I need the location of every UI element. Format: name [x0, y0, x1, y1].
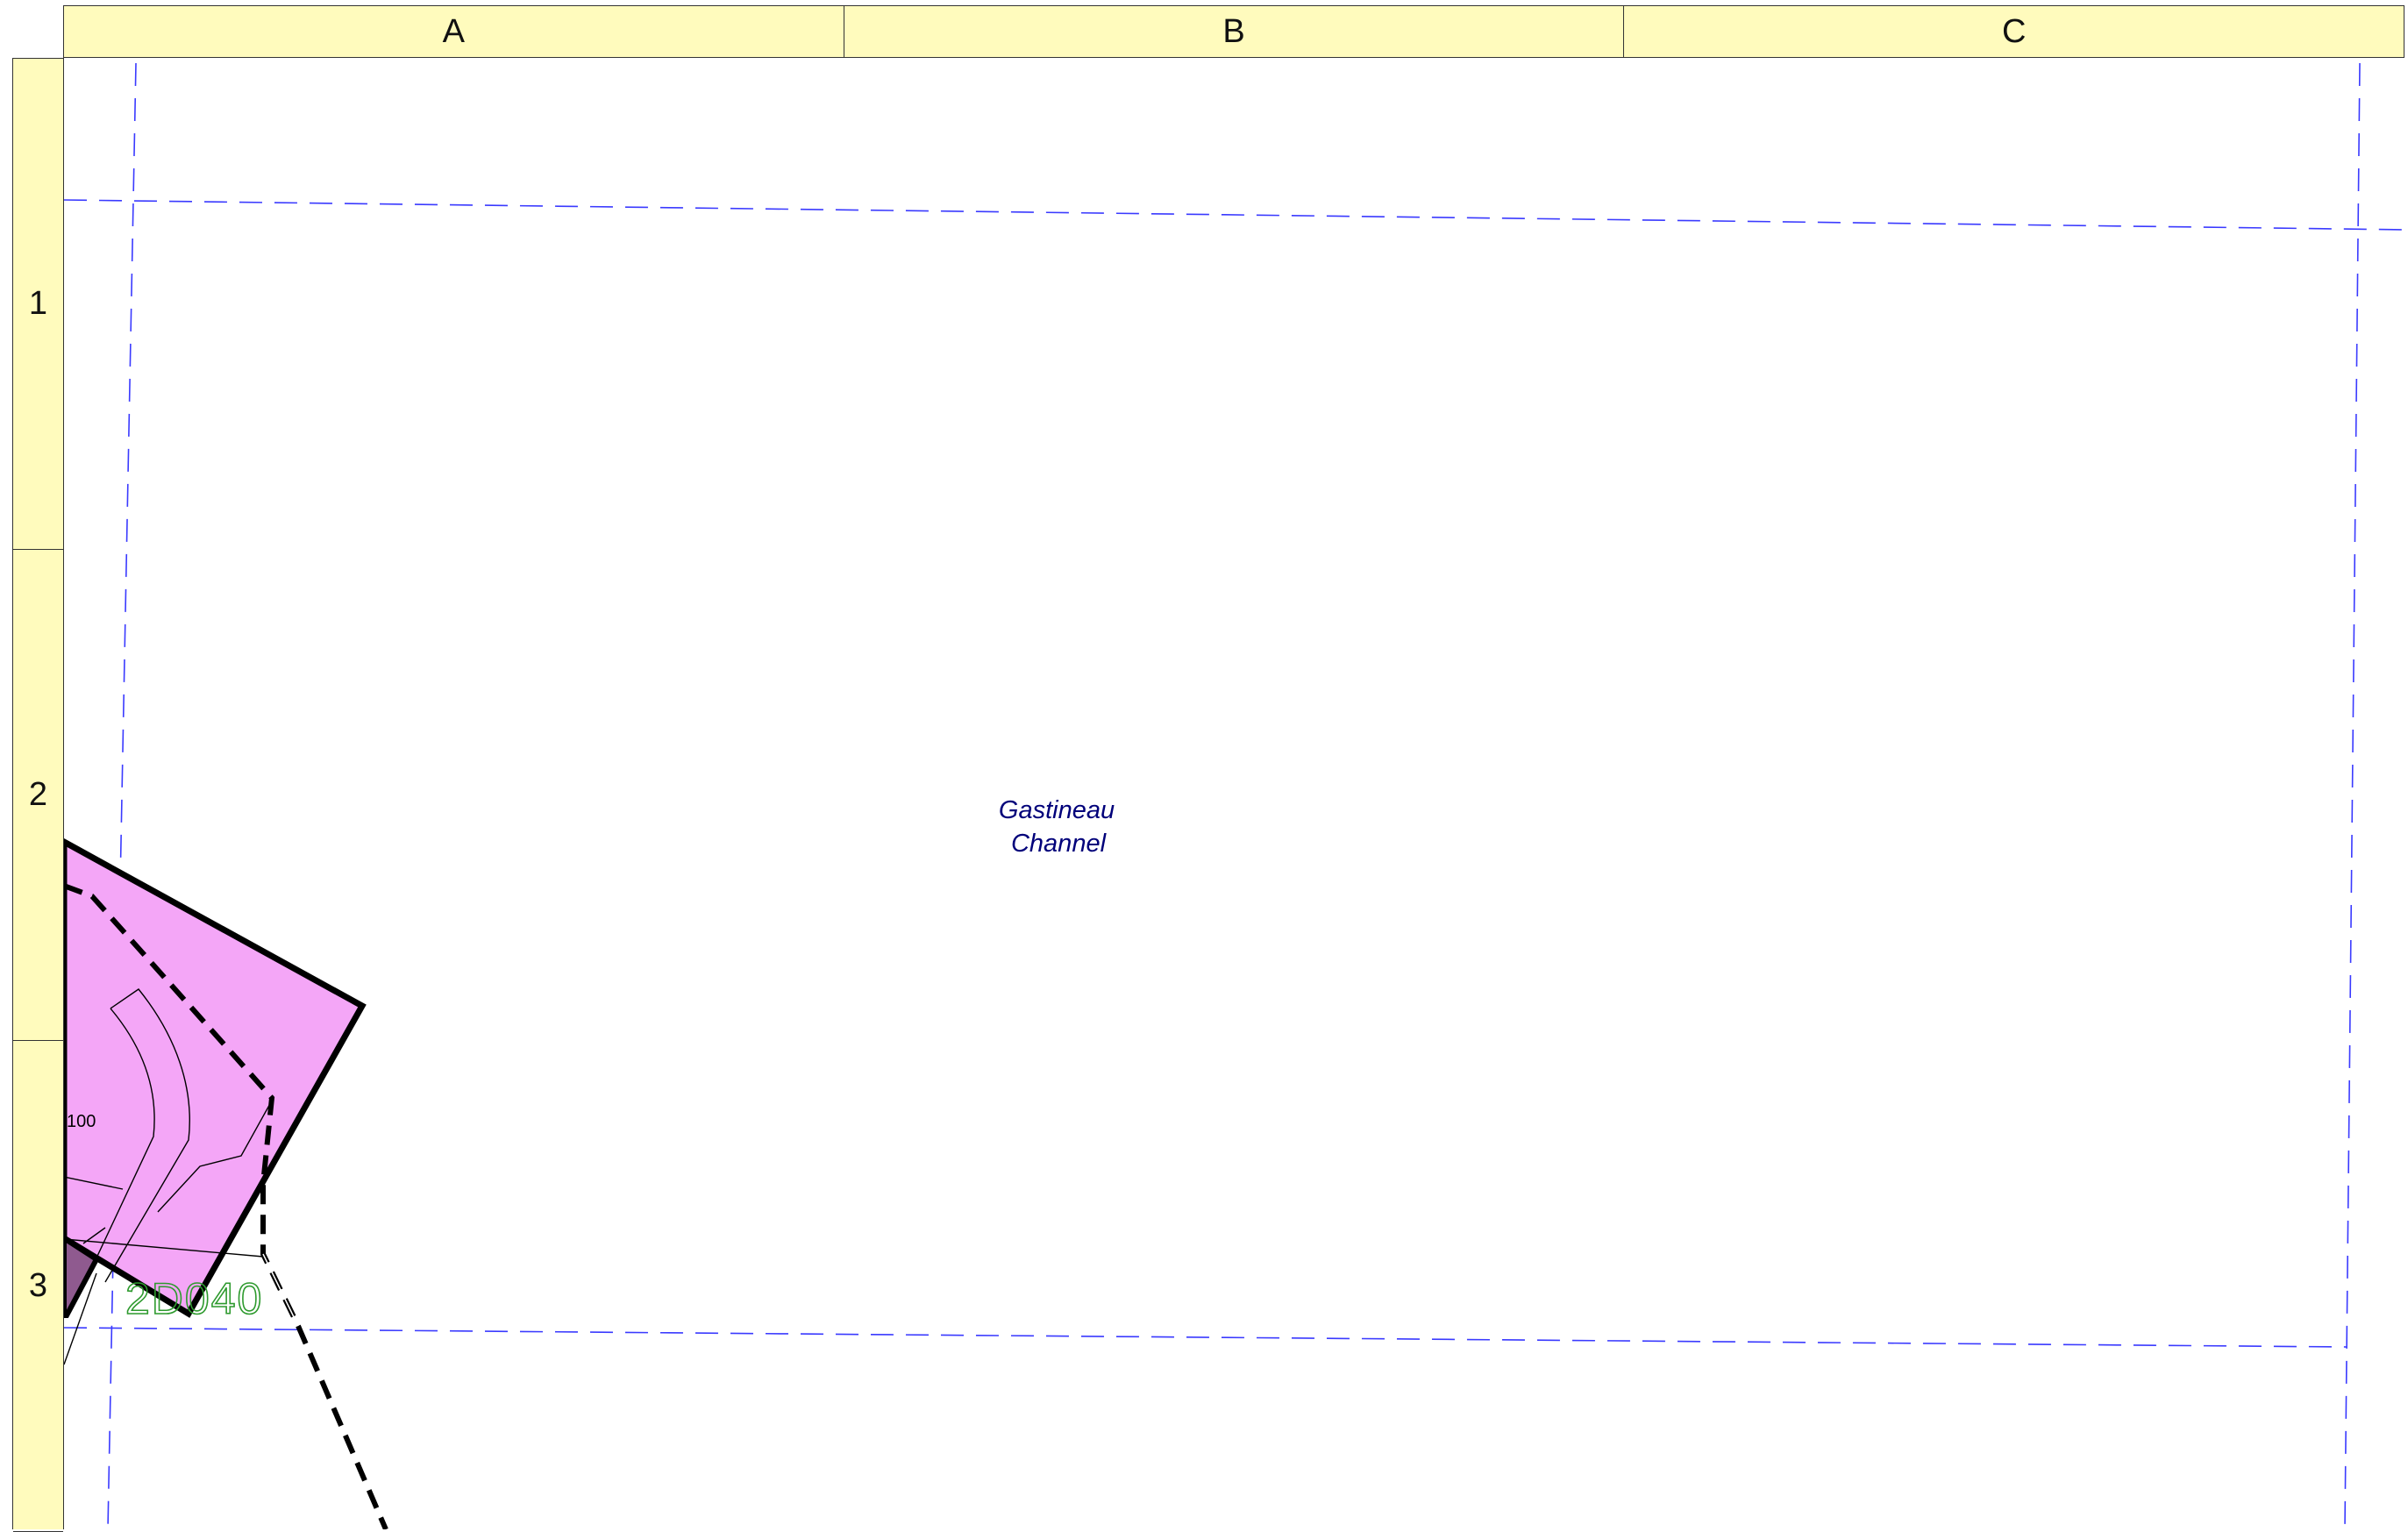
row-label-2: 2: [13, 550, 63, 1041]
water-body-label-line1: Gastineau: [999, 796, 1115, 824]
column-label-b: B: [844, 6, 1625, 57]
guide-line-bottom: [64, 1327, 2347, 1348]
sheet-id-label: 2D040: [125, 1274, 263, 1323]
parcel-number-label: 100: [67, 1112, 96, 1131]
map-sheet: A B C 1 2 3 100 2D040 Gastineau Channel: [0, 0, 2408, 1532]
guide-line-top: [64, 199, 2408, 231]
map-canvas[interactable]: 100 2D040 Gastineau Channel: [64, 58, 2408, 1529]
water-body-label-line2: Channel: [1011, 830, 1108, 858]
column-label-a: A: [64, 6, 844, 57]
row-header-band: 1 2 3: [12, 58, 64, 1532]
row-label-1: 1: [13, 59, 63, 550]
guide-line-right: [2344, 62, 2361, 1529]
guide-lines: [64, 62, 2408, 1529]
centerline: [262, 1253, 299, 1327]
row-label-3: 3: [13, 1041, 63, 1532]
column-label-c: C: [2001, 12, 2027, 50]
column-header-band: A B C: [63, 5, 2404, 58]
